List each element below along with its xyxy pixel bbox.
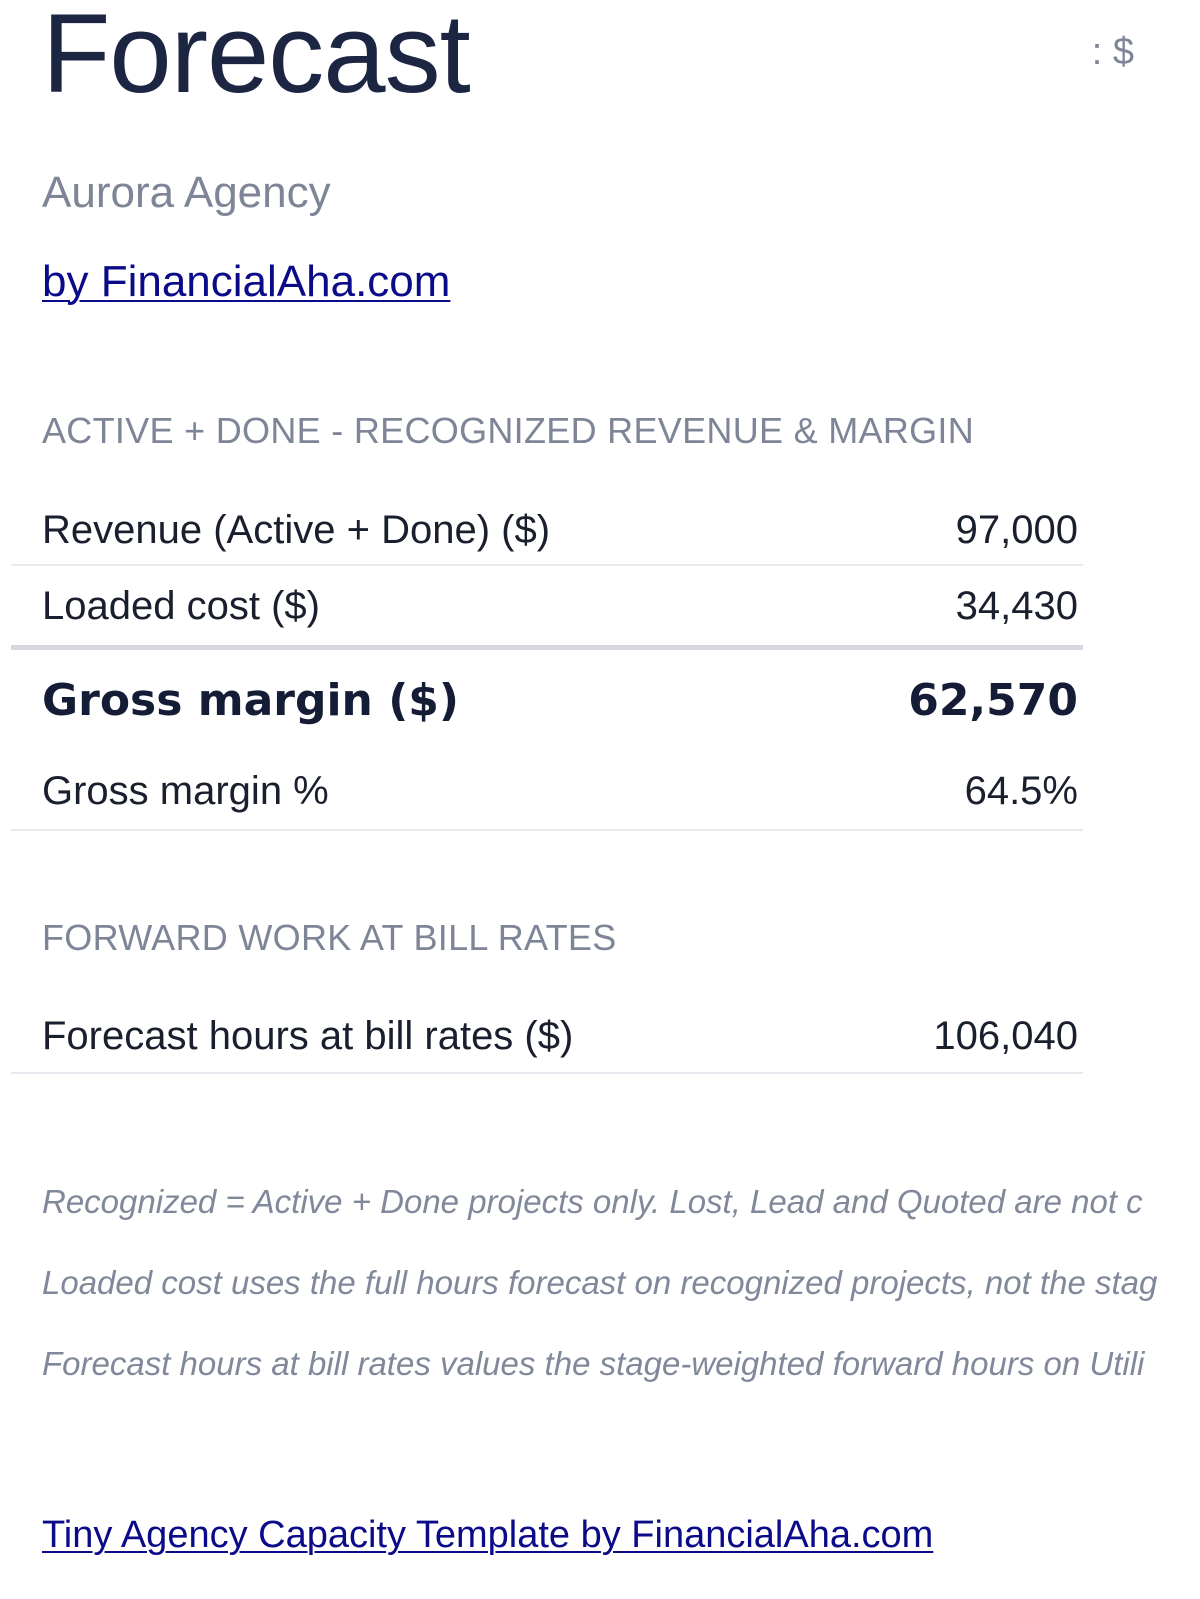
recognized-section-heading: ACTIVE + DONE - RECOGNIZED REVENUE & MAR… — [42, 410, 975, 451]
currency-label: : $ — [1091, 31, 1134, 73]
note-recognized: Recognized = Active + Done projects only… — [42, 1183, 1143, 1220]
gross-margin-label: Gross margin ($) — [42, 675, 460, 726]
revenue-row: Revenue (Active + Done) ($) 97,000 — [11, 496, 1083, 566]
note-loaded-cost: Loaded cost uses the full hours forecast… — [42, 1264, 1158, 1301]
financialaha-link[interactable]: by FinancialAha.com — [42, 256, 450, 308]
forecast-hours-value: 106,040 — [933, 1014, 1078, 1058]
gross-margin-pct-row: Gross margin % 64.5% — [11, 752, 1083, 831]
revenue-value: 97,000 — [955, 508, 1078, 552]
page-title: Forecast — [42, 0, 471, 116]
forecast-hours-label: Forecast hours at bill rates ($) — [42, 1014, 574, 1058]
loaded-cost-row: Loaded cost ($) 34,430 — [11, 566, 1083, 650]
gross-margin-row: Gross margin ($) 62,570 — [11, 668, 1083, 734]
loaded-cost-value: 34,430 — [955, 583, 1078, 628]
gross-margin-value: 62,570 — [908, 675, 1078, 726]
company-name: Aurora Agency — [42, 168, 331, 217]
forecast-hours-row: Forecast hours at bill rates ($) 106,040 — [11, 1000, 1083, 1074]
gross-margin-pct-label: Gross margin % — [42, 768, 329, 813]
loaded-cost-label: Loaded cost ($) — [42, 583, 320, 628]
gross-margin-pct-value: 64.5% — [964, 768, 1078, 813]
template-footer-link[interactable]: Tiny Agency Capacity Template by Financi… — [42, 1512, 933, 1558]
note-bill-rates: Forecast hours at bill rates values the … — [42, 1345, 1145, 1382]
revenue-label: Revenue (Active + Done) ($) — [42, 508, 551, 552]
forward-section-heading: FORWARD WORK AT BILL RATES — [42, 917, 617, 958]
